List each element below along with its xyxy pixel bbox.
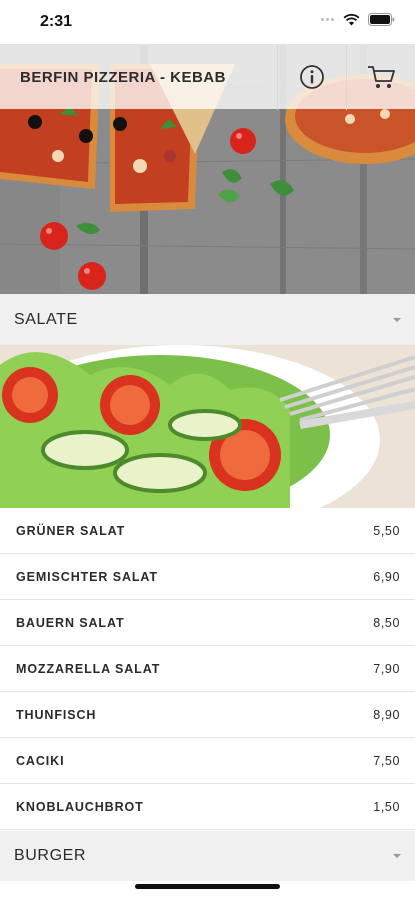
menu-item[interactable]: CACIKI 7,50 — [0, 738, 415, 784]
menu-item[interactable]: MOZZARELLA SALAT 7,90 — [0, 646, 415, 692]
item-name: MOZZARELLA SALAT — [16, 661, 161, 676]
menu-item[interactable]: THUNFISCH 8,90 — [0, 692, 415, 738]
battery-icon — [368, 13, 395, 26]
item-price: 1,50 — [373, 799, 400, 814]
info-icon — [300, 65, 324, 89]
salad-image — [0, 345, 415, 508]
section-title: BURGER — [14, 847, 87, 864]
menu-item[interactable]: BAUERN SALAT 8,50 — [0, 600, 415, 646]
signal-dots-icon — [321, 17, 335, 22]
item-name: THUNFISCH — [16, 707, 97, 722]
menu-item[interactable]: KNOBLAUCHBROT 1,50 — [0, 784, 415, 830]
item-name: KNOBLAUCHBROT — [16, 799, 144, 814]
menu-item[interactable]: GEMISCHTER SALAT 6,90 — [0, 554, 415, 600]
cart-icon — [368, 66, 395, 88]
item-name: CACIKI — [16, 753, 65, 768]
item-price: 8,90 — [373, 707, 400, 722]
chevron-down-icon — [393, 318, 401, 322]
item-name: GEMISCHTER SALAT — [16, 569, 158, 584]
item-price: 7,90 — [373, 661, 400, 676]
menu-list-salate: GRÜNER SALAT 5,50 GEMISCHTER SALAT 6,90 … — [0, 508, 415, 830]
hero-banner: BERFIN PIZZERIA - KEBAB — [0, 44, 415, 294]
wifi-icon — [343, 13, 360, 25]
item-price: 6,90 — [373, 569, 400, 584]
item-name: BAUERN SALAT — [16, 615, 125, 630]
item-name: GRÜNER SALAT — [16, 523, 126, 538]
chevron-down-icon — [393, 854, 401, 858]
item-price: 8,50 — [373, 615, 400, 630]
section-header-salate[interactable]: SALATE — [0, 294, 415, 346]
section-title: SALATE — [14, 311, 78, 328]
app-header: BERFIN PIZZERIA - KEBAB — [0, 44, 415, 110]
home-indicator[interactable] — [135, 884, 280, 889]
menu-item[interactable]: GRÜNER SALAT 5,50 — [0, 508, 415, 554]
section-header-burger[interactable]: BURGER — [0, 831, 415, 881]
info-button[interactable] — [277, 44, 346, 110]
item-price: 7,50 — [373, 753, 400, 768]
item-price: 5,50 — [373, 523, 400, 538]
app-title: BERFIN PIZZERIA - KEBAB — [20, 68, 226, 86]
cart-button[interactable] — [346, 44, 415, 110]
status-icons — [321, 13, 395, 26]
status-bar: 2:31 — [0, 0, 415, 44]
status-time: 2:31 — [40, 13, 73, 30]
